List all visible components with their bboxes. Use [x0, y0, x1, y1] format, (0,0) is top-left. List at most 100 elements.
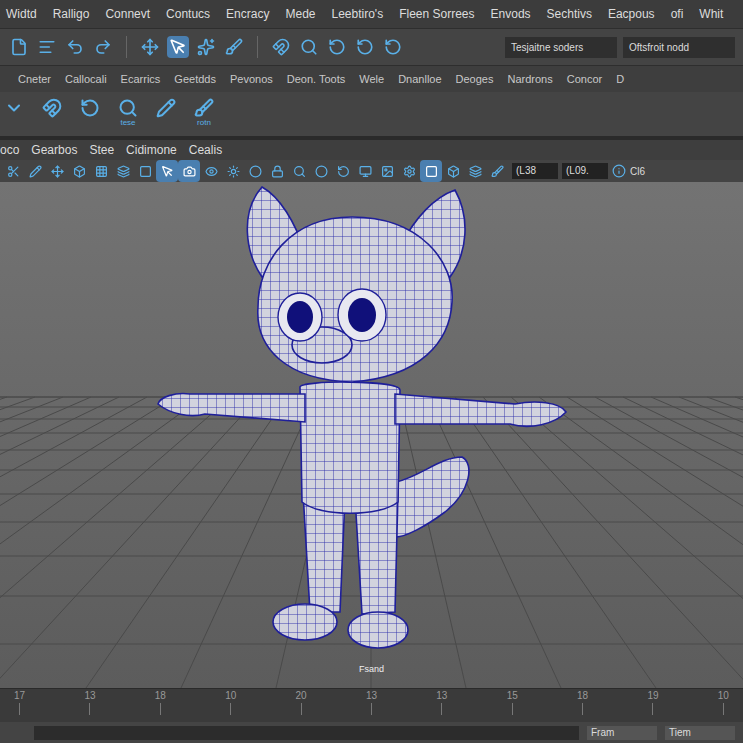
tool-button[interactable]	[332, 160, 354, 182]
menu-item[interactable]: Contucs	[166, 5, 210, 23]
menu-item[interactable]: Mede	[285, 5, 315, 23]
shelf-tab[interactable]: Cneter	[18, 71, 51, 88]
tool-icon	[272, 38, 290, 56]
menu-bar: Widtd Ralligo Connevt Contucs Encracy Mede Lee…	[0, 0, 743, 28]
tool-button[interactable]	[195, 36, 217, 58]
panel-menu-item[interactable]: Gearbos	[31, 141, 77, 159]
shelf-tab[interactable]: Pevonos	[230, 71, 273, 88]
status-field[interactable]: Fram	[587, 726, 657, 740]
tool-button[interactable]	[8, 36, 30, 58]
menu-item[interactable]: Envods	[491, 5, 531, 23]
tool-icon	[94, 38, 112, 56]
menu-item[interactable]: Sechtivs	[547, 5, 592, 23]
tool-button[interactable]	[398, 160, 420, 182]
panel-field[interactable]: (L38	[512, 163, 558, 179]
tool-icon	[10, 38, 28, 56]
shelf-tab[interactable]: Nardrons	[507, 71, 552, 88]
shelf-tab[interactable]: Dnanlloe	[398, 71, 441, 88]
tool-button[interactable]	[486, 160, 508, 182]
info-icon[interactable]	[612, 164, 626, 178]
viewport[interactable]: Fsand	[0, 182, 743, 688]
tool-icon	[328, 38, 346, 56]
tool-button[interactable]	[382, 36, 404, 58]
toolbar-field[interactable]: Oftsfroit nodd	[623, 37, 735, 58]
shelf-tool[interactable]	[40, 98, 64, 118]
shelf-tab[interactable]: Concor	[567, 71, 602, 88]
panel-menu-item[interactable]: oco	[0, 141, 19, 159]
menu-item[interactable]: ofi	[671, 5, 684, 23]
tool-button[interactable]	[420, 160, 442, 182]
shelf-tab[interactable]: Ecarrics	[121, 71, 161, 88]
tool-button[interactable]	[266, 160, 288, 182]
panel-menu-item[interactable]: Stee	[89, 141, 114, 159]
panel-menu-item[interactable]: Cealis	[189, 141, 222, 159]
tool-button[interactable]	[222, 160, 244, 182]
menu-item[interactable]: Connevt	[105, 5, 150, 23]
shelf-tool[interactable]: tese	[116, 98, 140, 128]
shelf-tab[interactable]: Geetdds	[174, 71, 216, 88]
tool-button[interactable]	[92, 36, 114, 58]
tool-icon	[161, 165, 174, 178]
menu-item[interactable]: Fleen Sorrees	[399, 5, 474, 23]
left-arm-mesh	[158, 394, 305, 422]
timeline-tick: 10	[718, 689, 729, 715]
menu-item[interactable]: Ralligo	[53, 5, 90, 23]
tool-button[interactable]	[354, 36, 376, 58]
tool-button[interactable]	[2, 160, 24, 182]
command-line[interactable]	[34, 726, 579, 740]
panel-menu-item[interactable]: Cidimone	[126, 141, 177, 159]
timeline-tick: 17	[14, 689, 25, 715]
shelf-tab[interactable]: Deon. Toots	[287, 71, 346, 88]
shelf-tab[interactable]: D	[616, 71, 624, 88]
viewport-scene[interactable]	[0, 182, 743, 688]
menu-item[interactable]: Eacpous	[608, 5, 655, 23]
tool-button[interactable]	[46, 160, 68, 182]
tool-icon	[293, 165, 306, 178]
tool-button[interactable]	[64, 36, 86, 58]
tool-button[interactable]	[223, 36, 245, 58]
menu-item[interactable]: Widtd	[6, 5, 37, 23]
tool-button[interactable]	[200, 160, 222, 182]
tool-button[interactable]	[112, 160, 134, 182]
toolbar-field[interactable]: Tesjaitne soders	[505, 37, 617, 58]
shelf-tab[interactable]: Wele	[359, 71, 384, 88]
fox-model[interactable]	[158, 187, 566, 648]
shelf-tool[interactable]	[154, 98, 178, 118]
timeline[interactable]: 1713181020131315181910	[0, 688, 743, 722]
right-foot-mesh	[348, 612, 408, 648]
shelf-tab[interactable]: Callocali	[65, 71, 107, 88]
tool-button[interactable]	[270, 36, 292, 58]
tool-button[interactable]	[178, 160, 200, 182]
tool-button[interactable]	[68, 160, 90, 182]
shelf-tool[interactable]: rotn	[192, 98, 216, 128]
timeline-tick: 20	[296, 689, 307, 715]
tool-button[interactable]	[167, 36, 189, 58]
tool-icon	[51, 165, 64, 178]
tool-button[interactable]	[298, 36, 320, 58]
tool-button[interactable]	[326, 36, 348, 58]
tool-button[interactable]	[464, 160, 486, 182]
status-bar: Fram Tiem	[0, 722, 743, 743]
tool-button[interactable]	[24, 160, 46, 182]
status-field[interactable]: Tiem	[665, 726, 735, 740]
panel-field[interactable]: (L09.	[562, 163, 608, 179]
tool-button[interactable]	[288, 160, 310, 182]
tool-button[interactable]	[90, 160, 112, 182]
tool-button[interactable]	[310, 160, 332, 182]
menu-item[interactable]: Leebtiro's	[332, 5, 384, 23]
panel-trailing[interactable]: Cl6	[630, 164, 645, 179]
tool-button[interactable]	[442, 160, 464, 182]
tool-button[interactable]	[134, 160, 156, 182]
torso-mesh	[300, 382, 400, 513]
tool-button[interactable]	[376, 160, 398, 182]
shelf-tool[interactable]	[78, 98, 102, 118]
tool-button[interactable]	[156, 160, 178, 182]
shelf-tool[interactable]	[2, 98, 26, 118]
tool-button[interactable]	[36, 36, 58, 58]
tool-button[interactable]	[139, 36, 161, 58]
tool-button[interactable]	[354, 160, 376, 182]
menu-item[interactable]: Whit	[699, 5, 723, 23]
tool-button[interactable]	[244, 160, 266, 182]
menu-item[interactable]: Encracy	[226, 5, 269, 23]
shelf-tab[interactable]: Deoges	[456, 71, 494, 88]
